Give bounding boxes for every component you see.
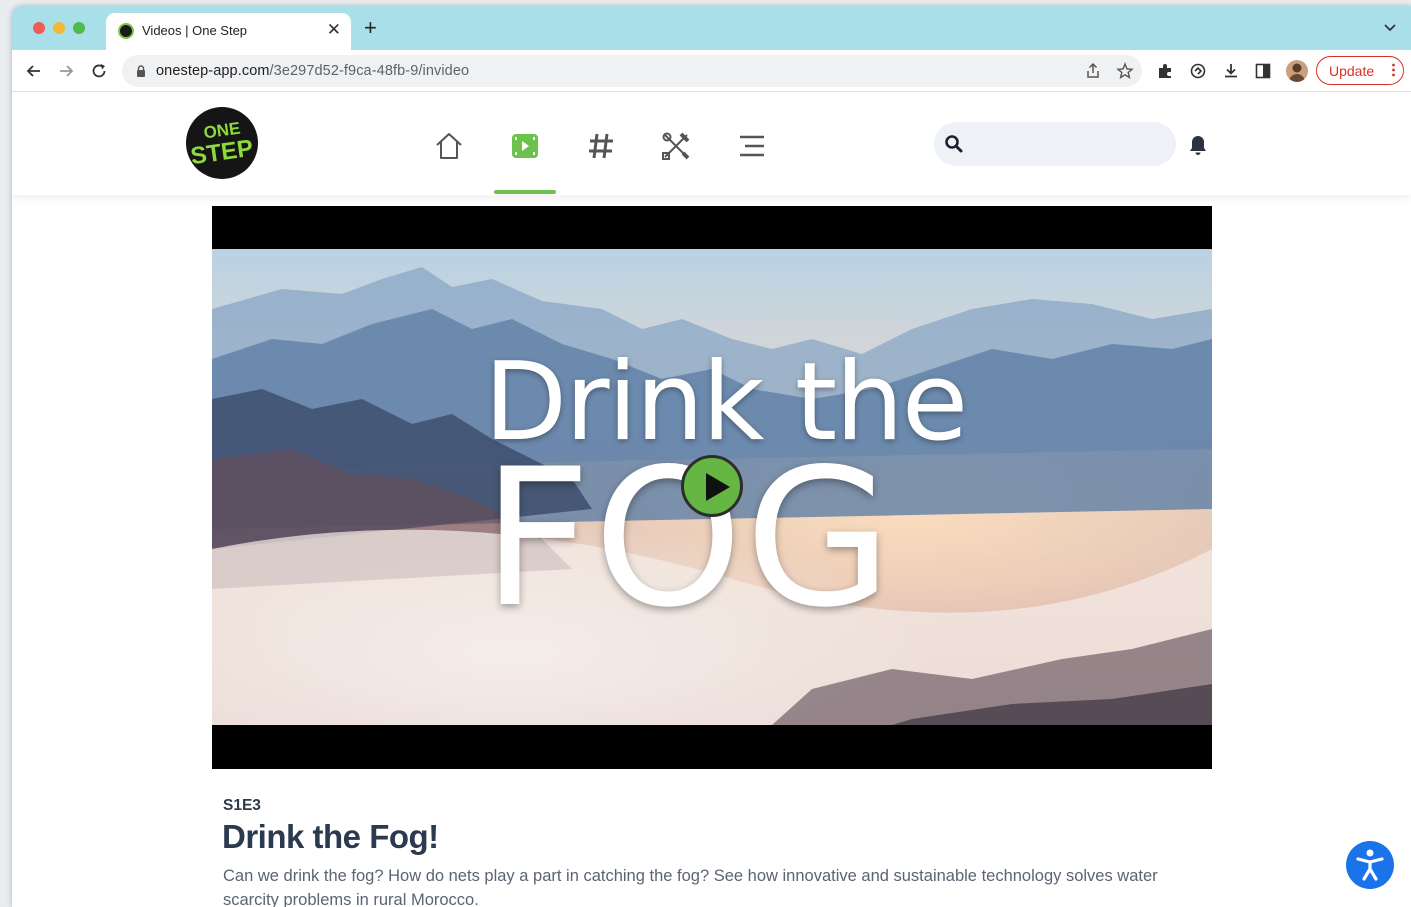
tools-icon[interactable] (659, 129, 693, 163)
share-icon[interactable] (1084, 62, 1102, 80)
episode-code: S1E3 (223, 797, 261, 814)
site-logo[interactable]: ONE STEP (186, 107, 258, 179)
video-player[interactable]: Drink the FOG (212, 206, 1212, 769)
profile-avatar[interactable] (1286, 60, 1308, 82)
browser-window: Videos | One Step ✕ + onestep-app.com/3e… (12, 6, 1411, 907)
forward-arrow-icon[interactable] (56, 61, 76, 81)
person-icon (1289, 63, 1305, 82)
address-bar[interactable]: onestep-app.com/3e297d52-f9ca-48fb-9/inv… (122, 55, 1142, 87)
play-button[interactable] (681, 455, 743, 517)
chevron-down-icon[interactable] (1383, 20, 1397, 34)
tab-close-icon[interactable]: ✕ (327, 21, 341, 39)
tab-title: Videos | One Step (142, 23, 248, 38)
search-icon (945, 135, 963, 153)
hashtag-icon[interactable] (584, 129, 618, 163)
new-tab-button[interactable]: + (364, 17, 377, 39)
update-button[interactable]: Update (1316, 56, 1404, 85)
reload-icon[interactable] (89, 61, 109, 81)
accessibility-icon (1356, 849, 1384, 881)
episode-description: Can we drink the fog? How do nets play a… (223, 867, 1158, 907)
download-icon[interactable] (1222, 62, 1240, 80)
url-text[interactable]: onestep-app.com/3e297d52-f9ca-48fb-9/inv… (156, 63, 469, 79)
favicon-icon (118, 23, 134, 39)
play-icon (706, 473, 730, 501)
more-vert-icon (1392, 63, 1395, 77)
extensions-icon[interactable] (1156, 62, 1174, 80)
extension-icon[interactable] (1189, 62, 1207, 80)
browser-toolbar: onestep-app.com/3e297d52-f9ca-48fb-9/inv… (12, 50, 1411, 92)
lock-icon[interactable] (136, 65, 146, 77)
episode-title: Drink the Fog! (222, 818, 439, 855)
back-arrow-icon[interactable] (24, 61, 44, 81)
accessibility-button[interactable] (1346, 841, 1394, 889)
menu-icon[interactable] (735, 129, 769, 163)
minimize-window-button[interactable] (53, 22, 65, 34)
maximize-window-button[interactable] (73, 22, 85, 34)
bookmark-star-icon[interactable] (1116, 62, 1134, 80)
active-nav-indicator (494, 190, 556, 194)
home-icon[interactable] (432, 129, 466, 163)
search-input[interactable] (934, 122, 1176, 166)
close-window-button[interactable] (33, 22, 45, 34)
notification-bell-icon[interactable] (1188, 134, 1208, 156)
side-panel-icon[interactable] (1254, 62, 1272, 80)
browser-tab[interactable]: Videos | One Step ✕ (106, 13, 351, 50)
update-label: Update (1329, 63, 1375, 79)
video-thumbnail[interactable]: Drink the FOG (212, 249, 1212, 725)
tab-strip: Videos | One Step ✕ + (12, 6, 1411, 50)
site-header: ONE STEP (12, 93, 1411, 195)
video-icon[interactable] (508, 129, 542, 163)
